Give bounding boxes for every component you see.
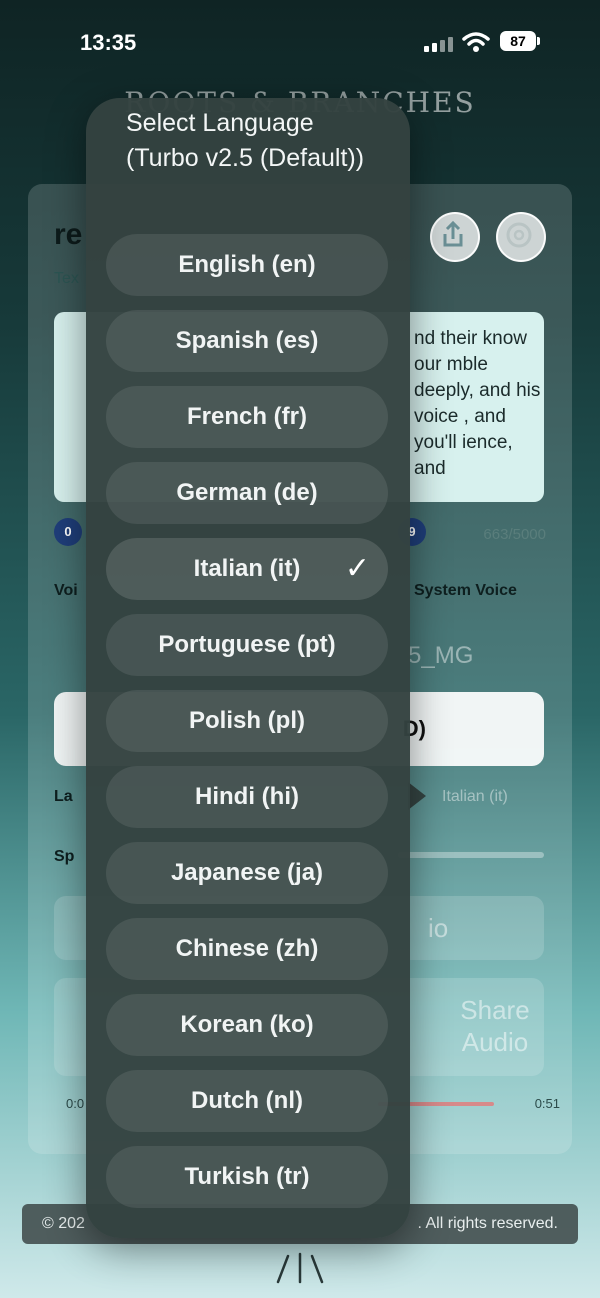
language-option[interactable]: Italian (it) ✓ (106, 538, 388, 600)
footer-rights: . All rights reserved. (417, 1215, 559, 1232)
status-time: 13:35 (80, 30, 137, 55)
language-option-label: Dutch (nl) (191, 1087, 303, 1114)
language-option[interactable]: French (fr) (106, 386, 388, 448)
language-option[interactable]: German (de) (106, 462, 388, 524)
language-menu: Select Language (Turbo v2.5 (Default)) E… (86, 98, 410, 1238)
language-option[interactable]: English (en) (106, 234, 388, 296)
menu-caret (408, 782, 426, 810)
language-option-label: Portuguese (pt) (158, 631, 336, 658)
script-text: nd their know our mble deeply, and his v… (414, 328, 541, 479)
language-option[interactable]: Japanese (ja) (106, 842, 388, 904)
language-option[interactable]: Polish (pl) (106, 690, 388, 752)
playback-start-time: 0:0 (66, 1096, 85, 1111)
language-option-label: Polish (pl) (189, 707, 305, 734)
voice-id: 5_MG (408, 642, 474, 669)
card-subtitle: Tex (54, 270, 79, 287)
language-option[interactable]: Chinese (zh) (106, 918, 388, 980)
language-option-label: Chinese (zh) (175, 935, 319, 962)
language-option-label: Japanese (ja) (170, 859, 324, 886)
language-option[interactable]: Portuguese (pt) (106, 614, 388, 676)
system-voice-label: System Voice (414, 582, 517, 599)
language-option[interactable]: Spanish (es) (106, 310, 388, 372)
speed-slider[interactable] (398, 852, 544, 858)
signal-icon (424, 36, 456, 52)
settings-button[interactable] (496, 212, 546, 262)
language-option-label: German (de) (176, 479, 318, 506)
gear-icon (506, 222, 532, 248)
wifi-icon (462, 32, 490, 52)
share-button[interactable] (430, 212, 480, 262)
language-option-label: Korean (ko) (180, 1011, 314, 1038)
share-icon (443, 220, 463, 247)
char-count: 663/5000 (483, 526, 546, 543)
share-audio-label: Share Audio (460, 995, 530, 1057)
language-option-label: English (en) (178, 251, 316, 278)
language-option[interactable]: Hindi (hi) (106, 766, 388, 828)
language-value[interactable]: Italian (it) (442, 788, 508, 806)
badge-left: 0 (54, 518, 82, 546)
checkmark-icon: ✓ (344, 552, 370, 585)
language-option-label: French (fr) (187, 403, 307, 430)
status-bar: 13:35 87 (0, 0, 600, 86)
playback-end-time: 0:51 (534, 1096, 560, 1111)
speed-label: Sp (54, 848, 75, 865)
footer-copyright: © 202 (42, 1215, 85, 1232)
language-option[interactable]: Dutch (nl) (106, 1070, 388, 1132)
language-label: La (54, 788, 73, 805)
language-option[interactable]: Korean (ko) (106, 994, 388, 1056)
sun-rays-icon (276, 1252, 324, 1284)
language-menu-title: Select Language (Turbo v2.5 (Default)) (126, 109, 365, 172)
language-option-label: Hindi (hi) (195, 783, 299, 810)
language-option-label: Turkish (tr) (184, 1163, 310, 1190)
generate-audio-label: io (428, 913, 449, 943)
language-option-label: Spanish (es) (175, 327, 319, 354)
language-option[interactable]: Turkish (tr) (106, 1146, 388, 1208)
card-title: re (54, 218, 83, 251)
voice-label: Voi (54, 582, 78, 599)
battery-icon: 87 (500, 31, 540, 51)
language-option-label: Italian (it) (193, 555, 301, 582)
